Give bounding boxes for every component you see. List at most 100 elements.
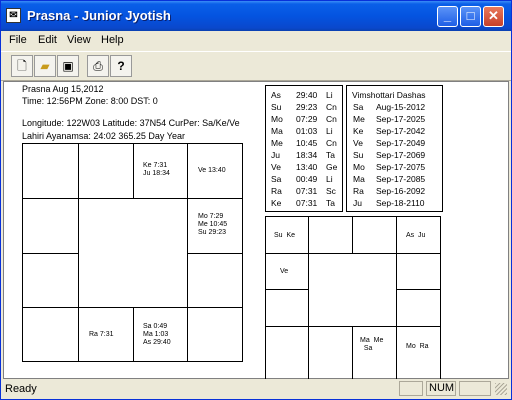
- dasha-start-date: Sep-17-2069: [376, 150, 426, 160]
- dasha-start-date: Sep-17-2075: [376, 162, 426, 172]
- vimshottari-dashas-table: Vimshottari Dashas Sa Aug-15-2012 Me Sep-17…: [346, 85, 443, 212]
- planet-name: Su: [271, 102, 282, 112]
- new-button[interactable]: 🗋: [11, 55, 33, 77]
- navamsa-libra-planets: Ma Me Sa: [360, 337, 384, 352]
- status-bar: Ready NUM: [1, 379, 511, 399]
- application-window: ✉ Prasna - Junior Jyotish _ □ ✕ File Edi…: [0, 0, 512, 400]
- dasha-start-date: Sep-16-2092: [376, 186, 426, 196]
- print-button[interactable]: ⎙: [87, 55, 109, 77]
- open-button[interactable]: ▰: [34, 55, 56, 77]
- dasha-lord: Su: [353, 150, 364, 160]
- longitude-line: Longitude: 122W03 Latitude: 37N54 CurPer…: [22, 118, 240, 128]
- navamsa-gemini-planets: As Ju: [406, 232, 426, 239]
- planet-degree: 10:45: [296, 138, 318, 148]
- dasha-lord: Mo: [353, 162, 365, 172]
- dasha-start-date: Sep-17-2049: [376, 138, 426, 148]
- planet-name: Ve: [271, 162, 281, 172]
- planet-sign: Ge: [326, 162, 338, 172]
- dasha-start-date: Aug-15-2012: [376, 102, 426, 112]
- menu-file[interactable]: File: [9, 34, 27, 46]
- planet-sign: Li: [326, 174, 333, 184]
- planet-name: Ju: [271, 150, 280, 160]
- planet-name: Sa: [271, 174, 282, 184]
- dasha-lord: Ve: [353, 138, 363, 148]
- rasi-cancer-planets: Ve 13:40: [198, 167, 226, 174]
- rasi-gemini-planets: Ke 7:31 Ju 18:34: [143, 162, 170, 177]
- rasi-chart: Ke 7:31 Ju 18:34 Ve 13:40 Mo 7:29 Me 10:…: [22, 143, 243, 362]
- dasha-lord: Ju: [353, 198, 362, 208]
- minimize-icon: _: [443, 8, 452, 23]
- planet-sign: Li: [326, 126, 333, 136]
- ayanamsa-line: Lahiri Ayanamsa: 24:02 365.25 Day Year: [22, 131, 185, 141]
- planet-degree: 07:31: [296, 186, 318, 196]
- rasi-leo-planets: Mo 7:29 Me 10:45 Su 29:23: [198, 213, 228, 236]
- navamsa-aquarius-planets: Ve: [280, 268, 289, 275]
- help-icon: ?: [117, 59, 125, 73]
- planet-positions-table: As 29:40 Li Su 29:23 Cn Mo 07:29 Cn Ma 01:03 Li Me 10…: [265, 85, 343, 212]
- app-icon[interactable]: ✉: [6, 8, 21, 23]
- planet-name: Ma: [271, 126, 283, 136]
- planet-degree: 29:40: [296, 90, 318, 100]
- navamsa-chart: Su Ke As Ju Ve Ma Me Sa Mo Ra: [265, 216, 441, 380]
- dasha-lord: Me: [353, 114, 365, 124]
- menu-help[interactable]: Help: [101, 34, 124, 46]
- planet-sign: Sc: [326, 186, 336, 196]
- planet-sign: Cn: [326, 114, 337, 124]
- planet-sign: Li: [326, 90, 333, 100]
- planet-degree: 07:29: [296, 114, 318, 124]
- resize-grip[interactable]: [495, 383, 507, 395]
- navamsa-sagittarius-planets: Mo Ra: [406, 343, 429, 350]
- print-icon: ⎙: [93, 59, 103, 73]
- planet-degree: 07:31: [296, 198, 318, 208]
- status-text: Ready: [5, 383, 37, 395]
- title-bar[interactable]: ✉ Prasna - Junior Jyotish _ □ ✕: [1, 1, 511, 31]
- maximize-icon: □: [466, 8, 475, 23]
- planet-name: Ke: [271, 198, 282, 208]
- window-title: Prasna - Junior Jyotish: [27, 8, 171, 23]
- planet-degree: 29:23: [296, 102, 318, 112]
- planet-sign: Ta: [326, 198, 335, 208]
- planet-degree: 00:49: [296, 174, 318, 184]
- close-icon: ✕: [488, 8, 499, 23]
- planet-sign: Cn: [326, 102, 337, 112]
- dasha-lord: Ke: [353, 126, 364, 136]
- dasha-lord: Sa: [353, 102, 364, 112]
- planet-degree: 01:03: [296, 126, 318, 136]
- save-button[interactable]: ▣: [57, 55, 79, 77]
- help-button[interactable]: ?: [110, 55, 132, 77]
- planet-name: Ra: [271, 186, 282, 196]
- dasha-lord: Ma: [353, 174, 365, 184]
- prasna-date: Prasna Aug 15,2012: [22, 84, 104, 94]
- dasha-start-date: Sep-17-2025: [376, 114, 426, 124]
- menu-bar: File Edit View Help: [1, 31, 511, 50]
- dasha-start-date: Sep-17-2085: [376, 174, 426, 184]
- open-folder-icon: ▰: [40, 59, 50, 73]
- planet-sign: Ta: [326, 150, 335, 160]
- rasi-sagittarius-planets: Ra 7:31: [89, 331, 114, 338]
- toolbar: 🗋 ▰ ▣ ⎙ ?: [1, 51, 511, 81]
- maximize-button[interactable]: □: [460, 6, 481, 27]
- new-document-icon: 🗋: [17, 59, 27, 73]
- rasi-chart-center: [79, 199, 187, 307]
- dashas-title: Vimshottari Dashas: [352, 90, 426, 100]
- minimize-button[interactable]: _: [437, 6, 458, 27]
- status-num-indicator: NUM: [426, 381, 456, 396]
- dasha-start-date: Sep-18-2110: [376, 198, 425, 208]
- menu-edit[interactable]: Edit: [38, 34, 57, 46]
- planet-name: Me: [271, 138, 283, 148]
- navamsa-pisces-planets: Su Ke: [274, 232, 296, 239]
- planet-name: Mo: [271, 114, 283, 124]
- status-panel-scroll: [459, 381, 491, 396]
- save-disk-icon: ▣: [62, 59, 74, 73]
- dasha-lord: Ra: [353, 186, 364, 196]
- planet-name: As: [271, 90, 281, 100]
- status-panel-caps: [399, 381, 423, 396]
- planet-sign: Cn: [326, 138, 337, 148]
- rasi-libra-planets: Sa 0:49 Ma 1:03 As 29:40: [143, 323, 171, 346]
- planet-degree: 18:34: [296, 150, 318, 160]
- chart-view: Prasna Aug 15,2012 Time: 12:56PM Zone: 8…: [3, 81, 509, 380]
- planet-degree: 13:40: [296, 162, 318, 172]
- menu-view[interactable]: View: [67, 34, 91, 46]
- dasha-start-date: Sep-17-2042: [376, 126, 426, 136]
- close-button[interactable]: ✕: [483, 6, 504, 27]
